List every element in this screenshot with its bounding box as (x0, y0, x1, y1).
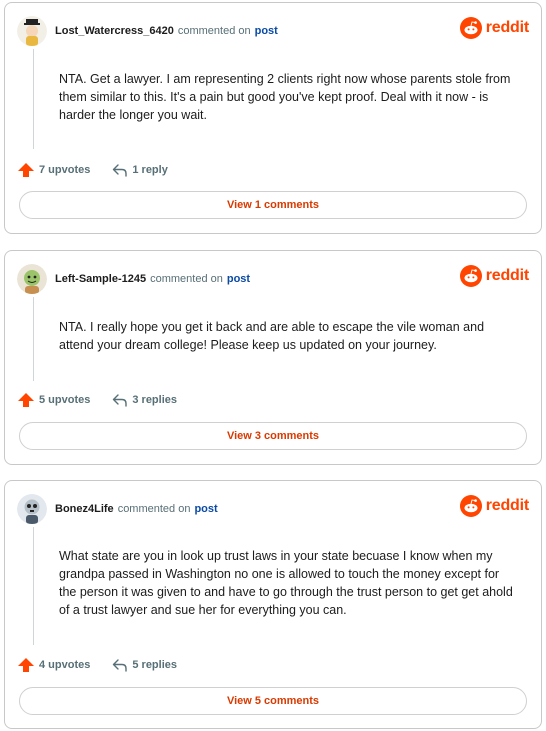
reply-icon[interactable] (112, 393, 128, 407)
upvote-icon[interactable] (17, 657, 35, 673)
commented-on-text: commented on (150, 273, 223, 285)
reply-count[interactable]: 5 replies (132, 659, 177, 671)
username[interactable]: Bonez4Life (55, 503, 114, 515)
comment-header: Bonez4Life commented on post (17, 491, 218, 527)
reddit-logo-icon (459, 495, 482, 517)
avatar-icon[interactable] (17, 16, 47, 46)
comment-actions: 7 upvotes 1 reply (17, 162, 168, 178)
reddit-brand[interactable]: reddit (459, 265, 529, 287)
comment-header: Left-Sample-1245 commented on post (17, 261, 250, 297)
view-comments-button[interactable]: View 5 comments (19, 687, 527, 715)
comment-body: NTA. Get a lawyer. I am representing 2 c… (59, 72, 511, 122)
reddit-logo-icon (459, 265, 482, 287)
reddit-brand[interactable]: reddit (459, 495, 529, 517)
post-link[interactable]: post (255, 25, 278, 37)
thread-line (33, 49, 34, 149)
reddit-brand[interactable]: reddit (459, 17, 529, 39)
upvote-icon[interactable] (17, 392, 35, 408)
upvote-icon[interactable] (17, 162, 35, 178)
comment-card: Lost_Watercress_6420 commented on post r… (4, 2, 542, 234)
avatar-icon[interactable] (17, 494, 47, 524)
view-comments-button[interactable]: View 3 comments (19, 422, 527, 450)
comment-header: Lost_Watercress_6420 commented on post (17, 13, 278, 49)
reply-count[interactable]: 3 replies (132, 394, 177, 406)
post-link[interactable]: post (227, 273, 250, 285)
commented-on-text: commented on (177, 25, 251, 37)
comment-actions: 4 upvotes 5 replies (17, 657, 177, 673)
comment-body: What state are you in look up trust laws… (59, 549, 513, 617)
reply-icon[interactable] (112, 658, 128, 672)
brand-name: reddit (485, 497, 529, 514)
commented-on-text: commented on (117, 503, 191, 515)
view-comments-button[interactable]: View 1 comments (19, 191, 527, 219)
comment-actions: 5 upvotes 3 replies (17, 392, 177, 408)
post-link[interactable]: post (194, 503, 217, 515)
reply-count[interactable]: 1 reply (132, 164, 167, 176)
comment-card: Left-Sample-1245 commented on post reddi… (4, 250, 542, 465)
avatar-icon[interactable] (17, 264, 47, 294)
username[interactable]: Left-Sample-1245 (55, 273, 146, 285)
reply-icon[interactable] (112, 163, 128, 177)
reddit-logo-icon (459, 17, 482, 39)
brand-name: reddit (485, 19, 529, 36)
brand-name: reddit (485, 267, 529, 284)
upvote-count: 5 upvotes (39, 394, 91, 406)
upvote-count: 4 upvotes (39, 659, 91, 671)
comment-card: Bonez4Life commented on post reddit What… (4, 480, 542, 729)
thread-line (33, 527, 34, 645)
upvote-count: 7 upvotes (39, 164, 91, 176)
comment-body: NTA. I really hope you get it back and a… (59, 320, 485, 352)
username[interactable]: Lost_Watercress_6420 (55, 25, 174, 37)
thread-line (33, 297, 34, 381)
